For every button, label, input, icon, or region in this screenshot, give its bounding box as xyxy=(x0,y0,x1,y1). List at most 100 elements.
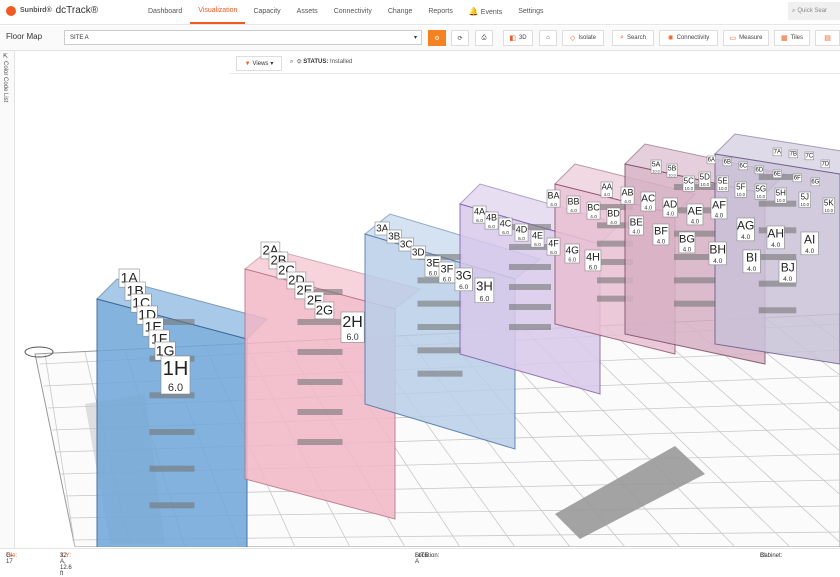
rack-label-ba[interactable]: BA4.0 xyxy=(546,189,561,208)
rack-label-bf[interactable]: BF 4.0 xyxy=(652,223,670,245)
floor-map-3d-view[interactable]: 1A1B1C1D1E1F1G1H6.02A2B2C2D2E2F2G2H6.03A… xyxy=(15,74,840,547)
rack-label-6a[interactable]: 6A xyxy=(706,155,716,165)
tab-capacity[interactable]: Capacity xyxy=(245,0,288,24)
rack-label-5j[interactable]: 5J10.0 xyxy=(798,191,811,208)
isolate-button[interactable]: ◇ Isolate xyxy=(562,30,604,46)
rack-id: 3F xyxy=(441,263,454,275)
home-button[interactable]: ⌂ xyxy=(539,30,557,46)
settings-button[interactable]: ⚙ xyxy=(428,30,446,46)
rack-label-bc[interactable]: BC4.0 xyxy=(586,201,601,220)
rack-label-bd[interactable]: BD4.0 xyxy=(606,207,621,226)
rack-label-ad[interactable]: AD4.0 xyxy=(662,197,678,218)
rack-label-bg[interactable]: BG 4.0 xyxy=(678,231,696,253)
rack-label-2h[interactable]: 2H6.0 xyxy=(340,311,365,343)
rack-device xyxy=(417,324,463,330)
rack-label-ai[interactable]: AI 4.0 xyxy=(800,231,819,256)
rack-label-3g[interactable]: 3G6.0 xyxy=(454,267,473,292)
rack-label-3h[interactable]: 3H6.0 xyxy=(474,277,495,304)
tab-change[interactable]: Change xyxy=(380,0,421,24)
tab-settings[interactable]: Settings xyxy=(510,0,551,24)
tiles-button[interactable]: ▦ Tiles xyxy=(774,30,810,46)
site-select[interactable]: SITE A ▾ xyxy=(64,30,422,45)
tab-reports[interactable]: Reports xyxy=(420,0,461,24)
rack-label-4d[interactable]: 4D6.0 xyxy=(514,223,529,242)
rack-label-ac[interactable]: AC4.0 xyxy=(640,191,656,212)
rack-label-5e[interactable]: 5E10.0 xyxy=(716,175,729,192)
rack-label-7a[interactable]: 7A xyxy=(772,147,782,157)
tab-events[interactable]: 🔔 Events xyxy=(461,0,510,24)
rack-device xyxy=(509,264,551,270)
rack-label-7b[interactable]: 7B xyxy=(788,149,798,159)
rack-label-5d[interactable]: 5D10.0 xyxy=(698,171,711,188)
rack-label-6c[interactable]: 6C xyxy=(738,161,748,171)
rack-label-4h[interactable]: 4H6.0 xyxy=(584,249,602,271)
3d-button-label: 3D xyxy=(518,35,527,41)
tab-connectivity[interactable]: Connectivity xyxy=(326,0,380,24)
rack-value: 6.0 xyxy=(534,242,541,248)
rack-value: 6.0 xyxy=(479,295,489,303)
rack-label-bb[interactable]: BB4.0 xyxy=(566,195,581,214)
rack-id: 4D xyxy=(516,225,528,235)
refresh-button[interactable]: ⟳ xyxy=(451,30,469,46)
rack-value: 4.0 xyxy=(624,199,631,205)
rack-row-1[interactable] xyxy=(96,278,268,547)
rack-value: 4.0 xyxy=(657,239,666,245)
measure-button-label: Measure xyxy=(739,35,763,41)
rack-label-4f[interactable]: 4F6.0 xyxy=(546,237,561,256)
rack-label-5k[interactable]: 5K10.0 xyxy=(822,197,835,214)
rack-label-ag[interactable]: AG 4.0 xyxy=(736,217,755,242)
status-filter[interactable]: ⌕ ⚙ STATUS: Installed xyxy=(290,59,352,66)
views-dropdown[interactable]: ▼ Views ▾ xyxy=(236,56,282,71)
connectivity-button[interactable]: ✺ Connectivity xyxy=(659,30,718,46)
measure-button[interactable]: ▭ Measure xyxy=(723,30,769,46)
rack-label-5c[interactable]: 5C10.0 xyxy=(682,175,695,192)
logo[interactable]: Sunbird® dcTrack® xyxy=(6,5,98,16)
rack-id: 4A xyxy=(474,207,485,217)
rack-label-5h[interactable]: 5H10.0 xyxy=(774,187,787,204)
rack-label-1h[interactable]: 1H6.0 xyxy=(160,355,191,395)
rack-id: BC xyxy=(587,203,600,213)
rack-label-7c[interactable]: 7C xyxy=(804,151,814,161)
rack-label-3f[interactable]: 3F6.0 xyxy=(438,261,456,283)
rack-label-4b[interactable]: 4B6.0 xyxy=(484,211,499,230)
rack-label-bh[interactable]: BH 4.0 xyxy=(708,241,727,266)
tab-assets[interactable]: Assets xyxy=(289,0,326,24)
rack-label-6b[interactable]: 6B xyxy=(722,157,732,167)
tab-dashboard[interactable]: Dashboard xyxy=(140,0,190,24)
rack-label-6e[interactable]: 6E xyxy=(772,169,782,179)
rack-device xyxy=(509,284,551,290)
rack-label-ae[interactable]: AE 4.0 xyxy=(686,203,704,225)
rack-label-aa[interactable]: AA4.0 xyxy=(600,181,613,198)
rack-label-4c[interactable]: 4C6.0 xyxy=(498,217,513,236)
rack-label-3d[interactable]: 3D xyxy=(410,245,426,260)
rack-label-bj[interactable]: BJ 4.0 xyxy=(778,259,797,284)
rack-label-af[interactable]: AF 4.0 xyxy=(710,197,728,219)
rack-label-4e[interactable]: 4E6.0 xyxy=(530,229,545,248)
rack-label-ab[interactable]: AB4.0 xyxy=(620,186,635,205)
rack-label-2g[interactable]: 2G xyxy=(314,301,335,320)
color-code-sidebar[interactable]: ⇱ Color Code List xyxy=(0,51,15,560)
search-button[interactable]: ⌕ Search xyxy=(612,30,654,46)
rack-label-be[interactable]: BE4.0 xyxy=(628,215,644,236)
rack-label-ah[interactable]: AH 4.0 xyxy=(766,225,785,250)
rack-label-5b[interactable]: 5B10.0 xyxy=(666,163,678,178)
rack-label-6g[interactable]: 6G xyxy=(810,177,820,187)
rack-label-5a[interactable]: 5A10.0 xyxy=(650,159,662,174)
quick-search-input[interactable]: ⌕ Quick Sear xyxy=(788,2,840,20)
rack-label-4a[interactable]: 4A6.0 xyxy=(472,205,487,224)
tab-visualization[interactable]: Visualization xyxy=(190,0,246,24)
rack-label-bi[interactable]: BI 4.0 xyxy=(742,249,761,274)
rack-label-6f[interactable]: 6F xyxy=(792,173,802,183)
rack-device xyxy=(297,439,343,445)
more-button[interactable]: ▤ xyxy=(815,30,840,46)
print-button[interactable]: ⎙ xyxy=(475,30,493,46)
rack-label-4g[interactable]: 4G6.0 xyxy=(564,243,580,264)
3d-button[interactable]: ◧ 3D xyxy=(503,30,533,46)
rack-label-6d[interactable]: 6D xyxy=(754,165,764,175)
rack-label-7d[interactable]: 7D xyxy=(820,159,830,169)
sunbird-logo-icon xyxy=(6,5,16,16)
rack-label-3e[interactable]: 3E6.0 xyxy=(424,255,442,277)
rack-label-5g[interactable]: 5G10.0 xyxy=(754,183,767,200)
rack-label-5f[interactable]: 5F10.0 xyxy=(734,181,747,198)
rack-value: 10.0 xyxy=(719,186,728,191)
